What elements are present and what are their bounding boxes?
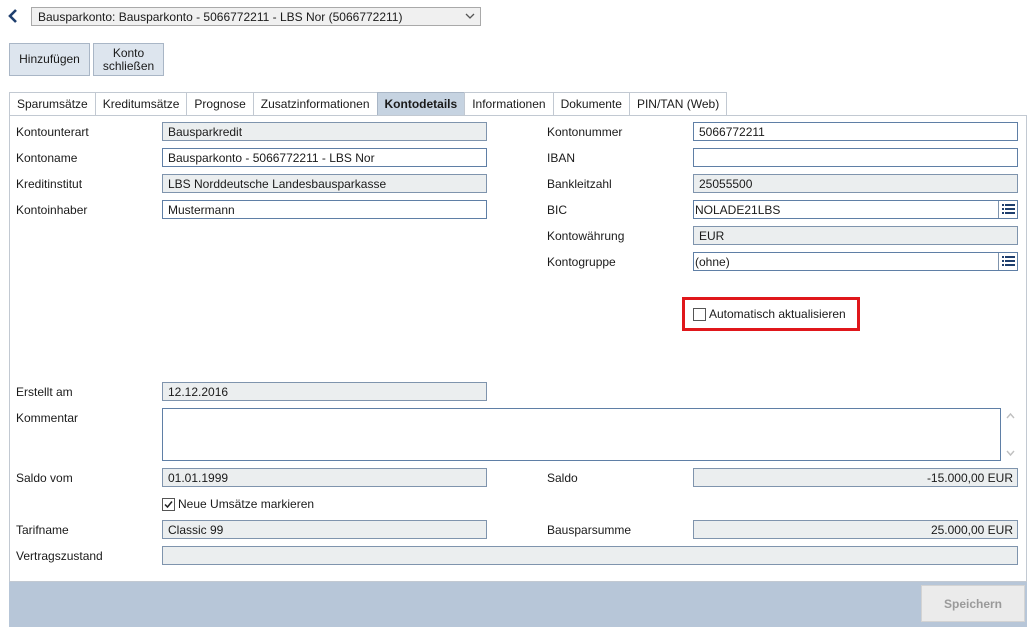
- close-account-button-label: Konto schließen: [102, 45, 155, 73]
- kontogruppe-label: Kontogruppe: [547, 255, 616, 269]
- saldo-label: Saldo: [547, 471, 578, 485]
- kontonummer-label: Kontonummer: [547, 125, 623, 139]
- erstellt-am-field[interactable]: 12.12.2016: [162, 382, 487, 401]
- tab-sparumsaetze[interactable]: Sparumsätze: [9, 92, 96, 116]
- kontoinhaber-label: Kontoinhaber: [16, 203, 88, 217]
- vertragszustand-label: Vertragszustand: [16, 549, 103, 563]
- tab-kreditumsaetze[interactable]: Kreditumsätze: [94, 92, 188, 116]
- list-icon: [1002, 204, 1015, 214]
- kontowaehrung-label: Kontowährung: [547, 229, 625, 243]
- bausparsumme-label: Bausparsumme: [547, 523, 632, 537]
- kreditinstitut-field[interactable]: LBS Norddeutsche Landesbausparkasse: [162, 174, 487, 193]
- kommentar-textarea[interactable]: [162, 408, 1001, 461]
- saldo-vom-field[interactable]: 01.01.1999: [162, 468, 487, 487]
- add-button[interactable]: Hinzufügen: [9, 43, 90, 76]
- kontowaehrung-field[interactable]: EUR: [693, 226, 1018, 245]
- neue-umsaetze-label: Neue Umsätze markieren: [178, 497, 315, 511]
- back-button[interactable]: [4, 6, 24, 26]
- footer-bar: [9, 582, 1027, 627]
- bankleitzahl-field[interactable]: 25055500: [693, 174, 1018, 193]
- bankleitzahl-label: Bankleitzahl: [547, 177, 612, 191]
- add-button-label: Hinzufügen: [19, 52, 80, 66]
- scroll-down-icon: [1006, 450, 1015, 457]
- kreditinstitut-label: Kreditinstitut: [16, 177, 83, 191]
- neue-umsaetze-checkbox-box[interactable]: [162, 497, 175, 511]
- tab-pin-tan-web[interactable]: PIN/TAN (Web): [628, 92, 728, 116]
- kommentar-scrollbar[interactable]: [1003, 408, 1018, 461]
- kontogruppe-field[interactable]: (ohne): [693, 252, 1018, 271]
- save-button-label: Speichern: [943, 596, 1003, 611]
- saldo-field[interactable]: -15.000,00 EUR: [693, 468, 1018, 487]
- kommentar-label: Kommentar: [16, 411, 79, 425]
- erstellt-am-label: Erstellt am: [16, 385, 73, 399]
- kontonummer-field[interactable]: 5066772211: [693, 122, 1018, 141]
- auto-update-checkbox-box[interactable]: [693, 307, 706, 321]
- bic-lookup-button[interactable]: [998, 201, 1017, 218]
- account-select[interactable]: Bausparkonto: Bausparkonto - 5066772211 …: [31, 7, 481, 26]
- auto-update-checkbox[interactable]: Automatisch aktualisieren: [693, 307, 846, 321]
- bic-value: NOLADE21LBS: [695, 203, 781, 217]
- bic-field[interactable]: NOLADE21LBS: [693, 200, 1018, 219]
- list-icon: [1002, 256, 1015, 266]
- kontoinhaber-field[interactable]: Mustermann: [162, 200, 487, 219]
- account-select-value: Bausparkonto: Bausparkonto - 5066772211 …: [38, 10, 403, 24]
- tab-bar: Sparumsätze Kreditumsätze Prognose Zusat…: [9, 92, 728, 116]
- iban-field[interactable]: [693, 148, 1018, 167]
- tab-informationen[interactable]: Informationen: [464, 92, 554, 116]
- save-button[interactable]: Speichern: [921, 585, 1025, 622]
- auto-update-label: Automatisch aktualisieren: [709, 307, 846, 321]
- tab-prognose[interactable]: Prognose: [186, 92, 254, 116]
- tarifname-field[interactable]: Classic 99: [162, 520, 487, 539]
- kontoname-label: Kontoname: [16, 151, 78, 165]
- kontounterart-label: Kontounterart: [16, 125, 89, 139]
- checkmark-icon: [164, 500, 173, 508]
- saldo-vom-label: Saldo vom: [16, 471, 73, 485]
- bausparsumme-field[interactable]: 25.000,00 EUR: [693, 520, 1018, 539]
- kontogruppe-value: (ohne): [695, 255, 730, 269]
- tab-dokumente[interactable]: Dokumente: [552, 92, 630, 116]
- scroll-up-icon: [1006, 412, 1015, 419]
- kontounterart-field[interactable]: Bausparkredit: [162, 122, 487, 141]
- kontoname-field[interactable]: Bausparkonto - 5066772211 - LBS Nor: [162, 148, 487, 167]
- vertragszustand-field[interactable]: [162, 546, 1018, 565]
- tarifname-label: Tarifname: [16, 523, 69, 537]
- iban-label: IBAN: [547, 151, 576, 165]
- tab-zusatzinformationen[interactable]: Zusatzinformationen: [252, 92, 378, 116]
- close-account-button[interactable]: Konto schließen: [93, 43, 164, 76]
- bic-label: BIC: [547, 203, 568, 217]
- neue-umsaetze-checkbox[interactable]: Neue Umsätze markieren: [162, 497, 314, 511]
- tab-kontodetails[interactable]: Kontodetails: [376, 92, 466, 116]
- chevron-down-icon: [465, 13, 475, 19]
- kontogruppe-lookup-button[interactable]: [998, 253, 1017, 270]
- chevron-left-icon: [8, 9, 17, 23]
